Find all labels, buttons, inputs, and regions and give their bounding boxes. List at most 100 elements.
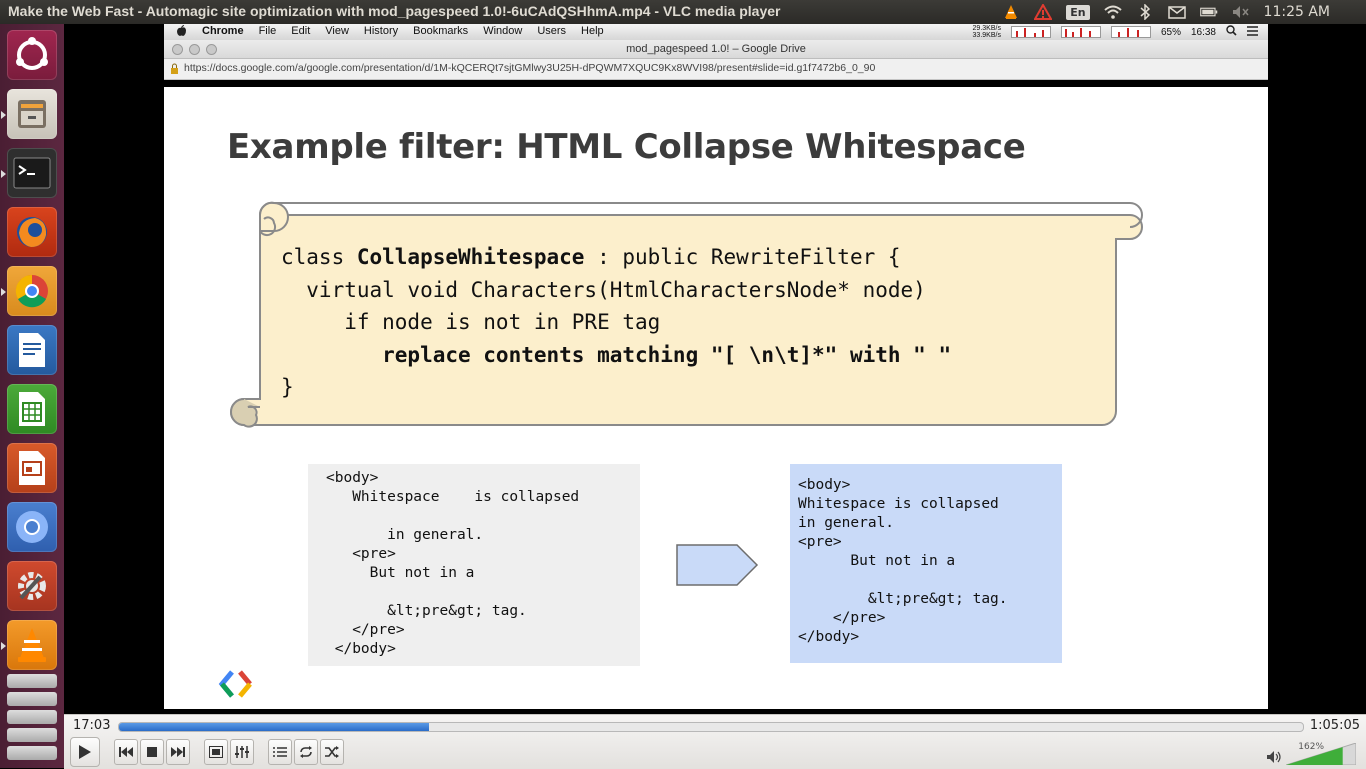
- mac-menu-bar: Chrome File Edit View History Bookmarks …: [164, 24, 1268, 40]
- code-line-1: class CollapseWhitespace : public Rewrit…: [281, 245, 901, 269]
- mac-battery[interactable]: 65%: [1161, 27, 1181, 38]
- skip-next-icon: [171, 747, 185, 757]
- running-indicator: [1, 111, 6, 119]
- spotlight-icon[interactable]: [1226, 25, 1237, 39]
- menu-chrome[interactable]: Chrome: [202, 25, 244, 40]
- menu-bookmarks[interactable]: Bookmarks: [413, 25, 468, 40]
- cpu-graph-icon: [1010, 26, 1051, 38]
- code-class-name: CollapseWhitespace: [356, 245, 585, 269]
- mac-time[interactable]: 16:38: [1191, 27, 1216, 38]
- window-title: Make the Web Fast - Automagic site optim…: [8, 3, 781, 19]
- next-button[interactable]: [166, 739, 190, 765]
- net-up: 29.3KB/s: [972, 25, 1001, 32]
- bluetooth-icon[interactable]: [1136, 4, 1154, 20]
- settings-launcher-button[interactable]: [7, 561, 57, 611]
- code-inheritance: : public RewriteFilter {: [584, 245, 901, 269]
- net-down: 33.9KB/s: [972, 32, 1001, 39]
- running-indicator: [1, 288, 6, 296]
- apple-icon[interactable]: [176, 25, 187, 40]
- mail-icon[interactable]: [1167, 4, 1186, 20]
- presentation-icon: [19, 451, 45, 485]
- google-developers-logo-icon: [218, 670, 252, 698]
- keyboard-layout-indicator[interactable]: En: [1066, 4, 1090, 20]
- loop-button[interactable]: [294, 739, 318, 765]
- code-line-4: replace contents matching "[ \n\t]*" wit…: [281, 342, 952, 367]
- browser-title: mod_pagespeed 1.0! – Google Drive: [626, 43, 806, 55]
- after-example-box: <body> Whitespace is collapsed in genera…: [790, 464, 1062, 663]
- calc-launcher-button[interactable]: [7, 384, 57, 434]
- address-bar[interactable]: https://docs.google.com/a/google.com/pre…: [164, 59, 1268, 80]
- settings-icon: [18, 572, 46, 600]
- skip-previous-icon: [119, 747, 133, 757]
- menu-help[interactable]: Help: [581, 25, 604, 40]
- total-time[interactable]: 1:05:05: [1310, 718, 1360, 733]
- running-indicator: [1, 170, 6, 178]
- shuffle-button[interactable]: [320, 739, 344, 765]
- url-text[interactable]: https://docs.google.com/a/google.com/pre…: [184, 62, 875, 74]
- seek-slider[interactable]: [118, 722, 1304, 732]
- menu-window[interactable]: Window: [483, 25, 522, 40]
- vlc-launcher-button[interactable]: [7, 620, 57, 670]
- chrome-icon: [15, 274, 48, 308]
- launcher-stacked-items[interactable]: [7, 674, 57, 766]
- mac-status-area: 29.3KB/s 33.9KB/s 65% 16:38: [973, 25, 1258, 39]
- warning-icon[interactable]: [1034, 4, 1053, 20]
- speaker-icon[interactable]: [1266, 749, 1282, 768]
- launcher: [0, 24, 64, 768]
- writer-launcher-button[interactable]: [7, 325, 57, 375]
- browser-title-bar: mod_pagespeed 1.0! – Google Drive: [164, 40, 1268, 59]
- fullscreen-icon: [209, 746, 223, 758]
- menu-file[interactable]: File: [259, 25, 277, 40]
- running-indicator: [1, 642, 6, 650]
- elapsed-time: 17:03: [73, 718, 111, 733]
- playlist-button[interactable]: [268, 739, 292, 765]
- files-launcher-button[interactable]: [7, 89, 57, 139]
- menu-view[interactable]: View: [325, 25, 349, 40]
- code-line-3: if node is not in PRE tag: [281, 310, 661, 334]
- file-cabinet-icon: [18, 100, 46, 128]
- menu-history[interactable]: History: [364, 25, 398, 40]
- volume-slider[interactable]: [1286, 743, 1356, 765]
- fullscreen-button[interactable]: [204, 739, 228, 765]
- vlc-control-bar: 17:03 1:05:05 162%: [64, 714, 1366, 769]
- disk-graph-icon: [1110, 26, 1151, 38]
- ubuntu-dash-button[interactable]: [7, 30, 57, 80]
- network-speed: 29.3KB/s 33.9KB/s: [973, 25, 1001, 39]
- list-icon[interactable]: [1247, 25, 1258, 39]
- stop-button[interactable]: [140, 739, 164, 765]
- chrome-launcher-button[interactable]: [7, 266, 57, 316]
- playlist-icon: [273, 747, 287, 757]
- top-panel: Make the Web Fast - Automagic site optim…: [0, 0, 1366, 24]
- menu-users[interactable]: Users: [537, 25, 566, 40]
- after-html-text: <body> Whitespace is collapsed in genera…: [798, 477, 1008, 645]
- menu-edit[interactable]: Edit: [291, 25, 310, 40]
- impress-launcher-button[interactable]: [7, 443, 57, 493]
- code-line-2: virtual void Characters(HtmlCharactersNo…: [281, 277, 926, 302]
- wifi-icon[interactable]: [1103, 4, 1122, 20]
- firefox-icon: [17, 217, 47, 247]
- slide-title: Example filter: HTML Collapse Whitespace: [227, 127, 1026, 167]
- clock[interactable]: 11:25 AM: [1264, 4, 1330, 20]
- play-button[interactable]: [70, 737, 100, 767]
- chromium-launcher-button[interactable]: [7, 502, 57, 552]
- extended-settings-button[interactable]: [230, 739, 254, 765]
- spreadsheet-icon: [19, 392, 45, 426]
- presentation-slide: Example filter: HTML Collapse Whitespace…: [164, 87, 1268, 709]
- transform-arrow-icon: [676, 544, 759, 586]
- vlc-cone-icon: [18, 628, 46, 662]
- battery-icon[interactable]: [1199, 4, 1218, 20]
- menu-items: Chrome File Edit View History Bookmarks …: [176, 25, 604, 40]
- sound-muted-icon[interactable]: [1232, 4, 1250, 20]
- vlc-tray-icon[interactable]: [1002, 4, 1020, 20]
- document-icon: [19, 333, 45, 367]
- terminal-launcher-button[interactable]: [7, 148, 57, 198]
- terminal-icon: [13, 157, 51, 189]
- ubuntu-logo-icon: [16, 37, 48, 70]
- equalizer-icon: [235, 746, 249, 758]
- previous-button[interactable]: [114, 739, 138, 765]
- system-tray: En 11:25 AM: [1002, 0, 1366, 24]
- play-icon: [79, 745, 91, 759]
- firefox-launcher-button[interactable]: [7, 207, 57, 257]
- before-html-text: <body> Whitespace is collapsed in genera…: [326, 470, 580, 657]
- stop-icon: [147, 747, 157, 757]
